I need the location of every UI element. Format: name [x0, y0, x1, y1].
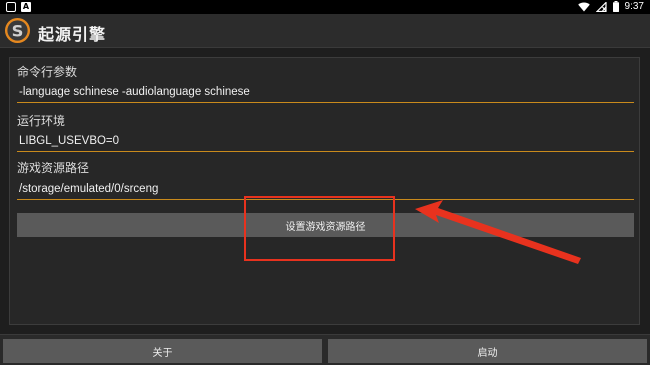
about-button[interactable]: 关于	[3, 339, 322, 363]
annotation-highlight-box	[244, 196, 395, 261]
battery-icon	[612, 1, 619, 12]
env-label: 运行环境	[17, 114, 66, 128]
game-path-label: 游戏资源路径	[17, 161, 90, 175]
cmd-args-input[interactable]	[17, 81, 634, 103]
source-engine-logo-icon: S	[4, 17, 31, 44]
wifi-icon	[577, 2, 590, 11]
status-time: 9:37	[624, 1, 644, 12]
app-title: 起源引擎	[38, 25, 107, 44]
status-bar: A 9:37	[0, 0, 650, 14]
cmd-args-label: 命令行参数	[17, 65, 78, 79]
cellular-off-icon	[595, 1, 607, 12]
bottom-bar: 关于 启动	[0, 334, 650, 365]
launch-button[interactable]: 启动	[328, 339, 647, 363]
settings-panel: 命令行参数 运行环境 游戏资源路径 设置游戏资源路径	[9, 57, 640, 325]
action-bar: S 起源引擎	[0, 14, 650, 48]
env-input[interactable]	[17, 130, 634, 152]
square-icon	[6, 2, 16, 12]
svg-text:S: S	[12, 21, 24, 40]
annotation-arrow-icon	[415, 200, 581, 264]
a-notification-icon: A	[21, 2, 31, 12]
